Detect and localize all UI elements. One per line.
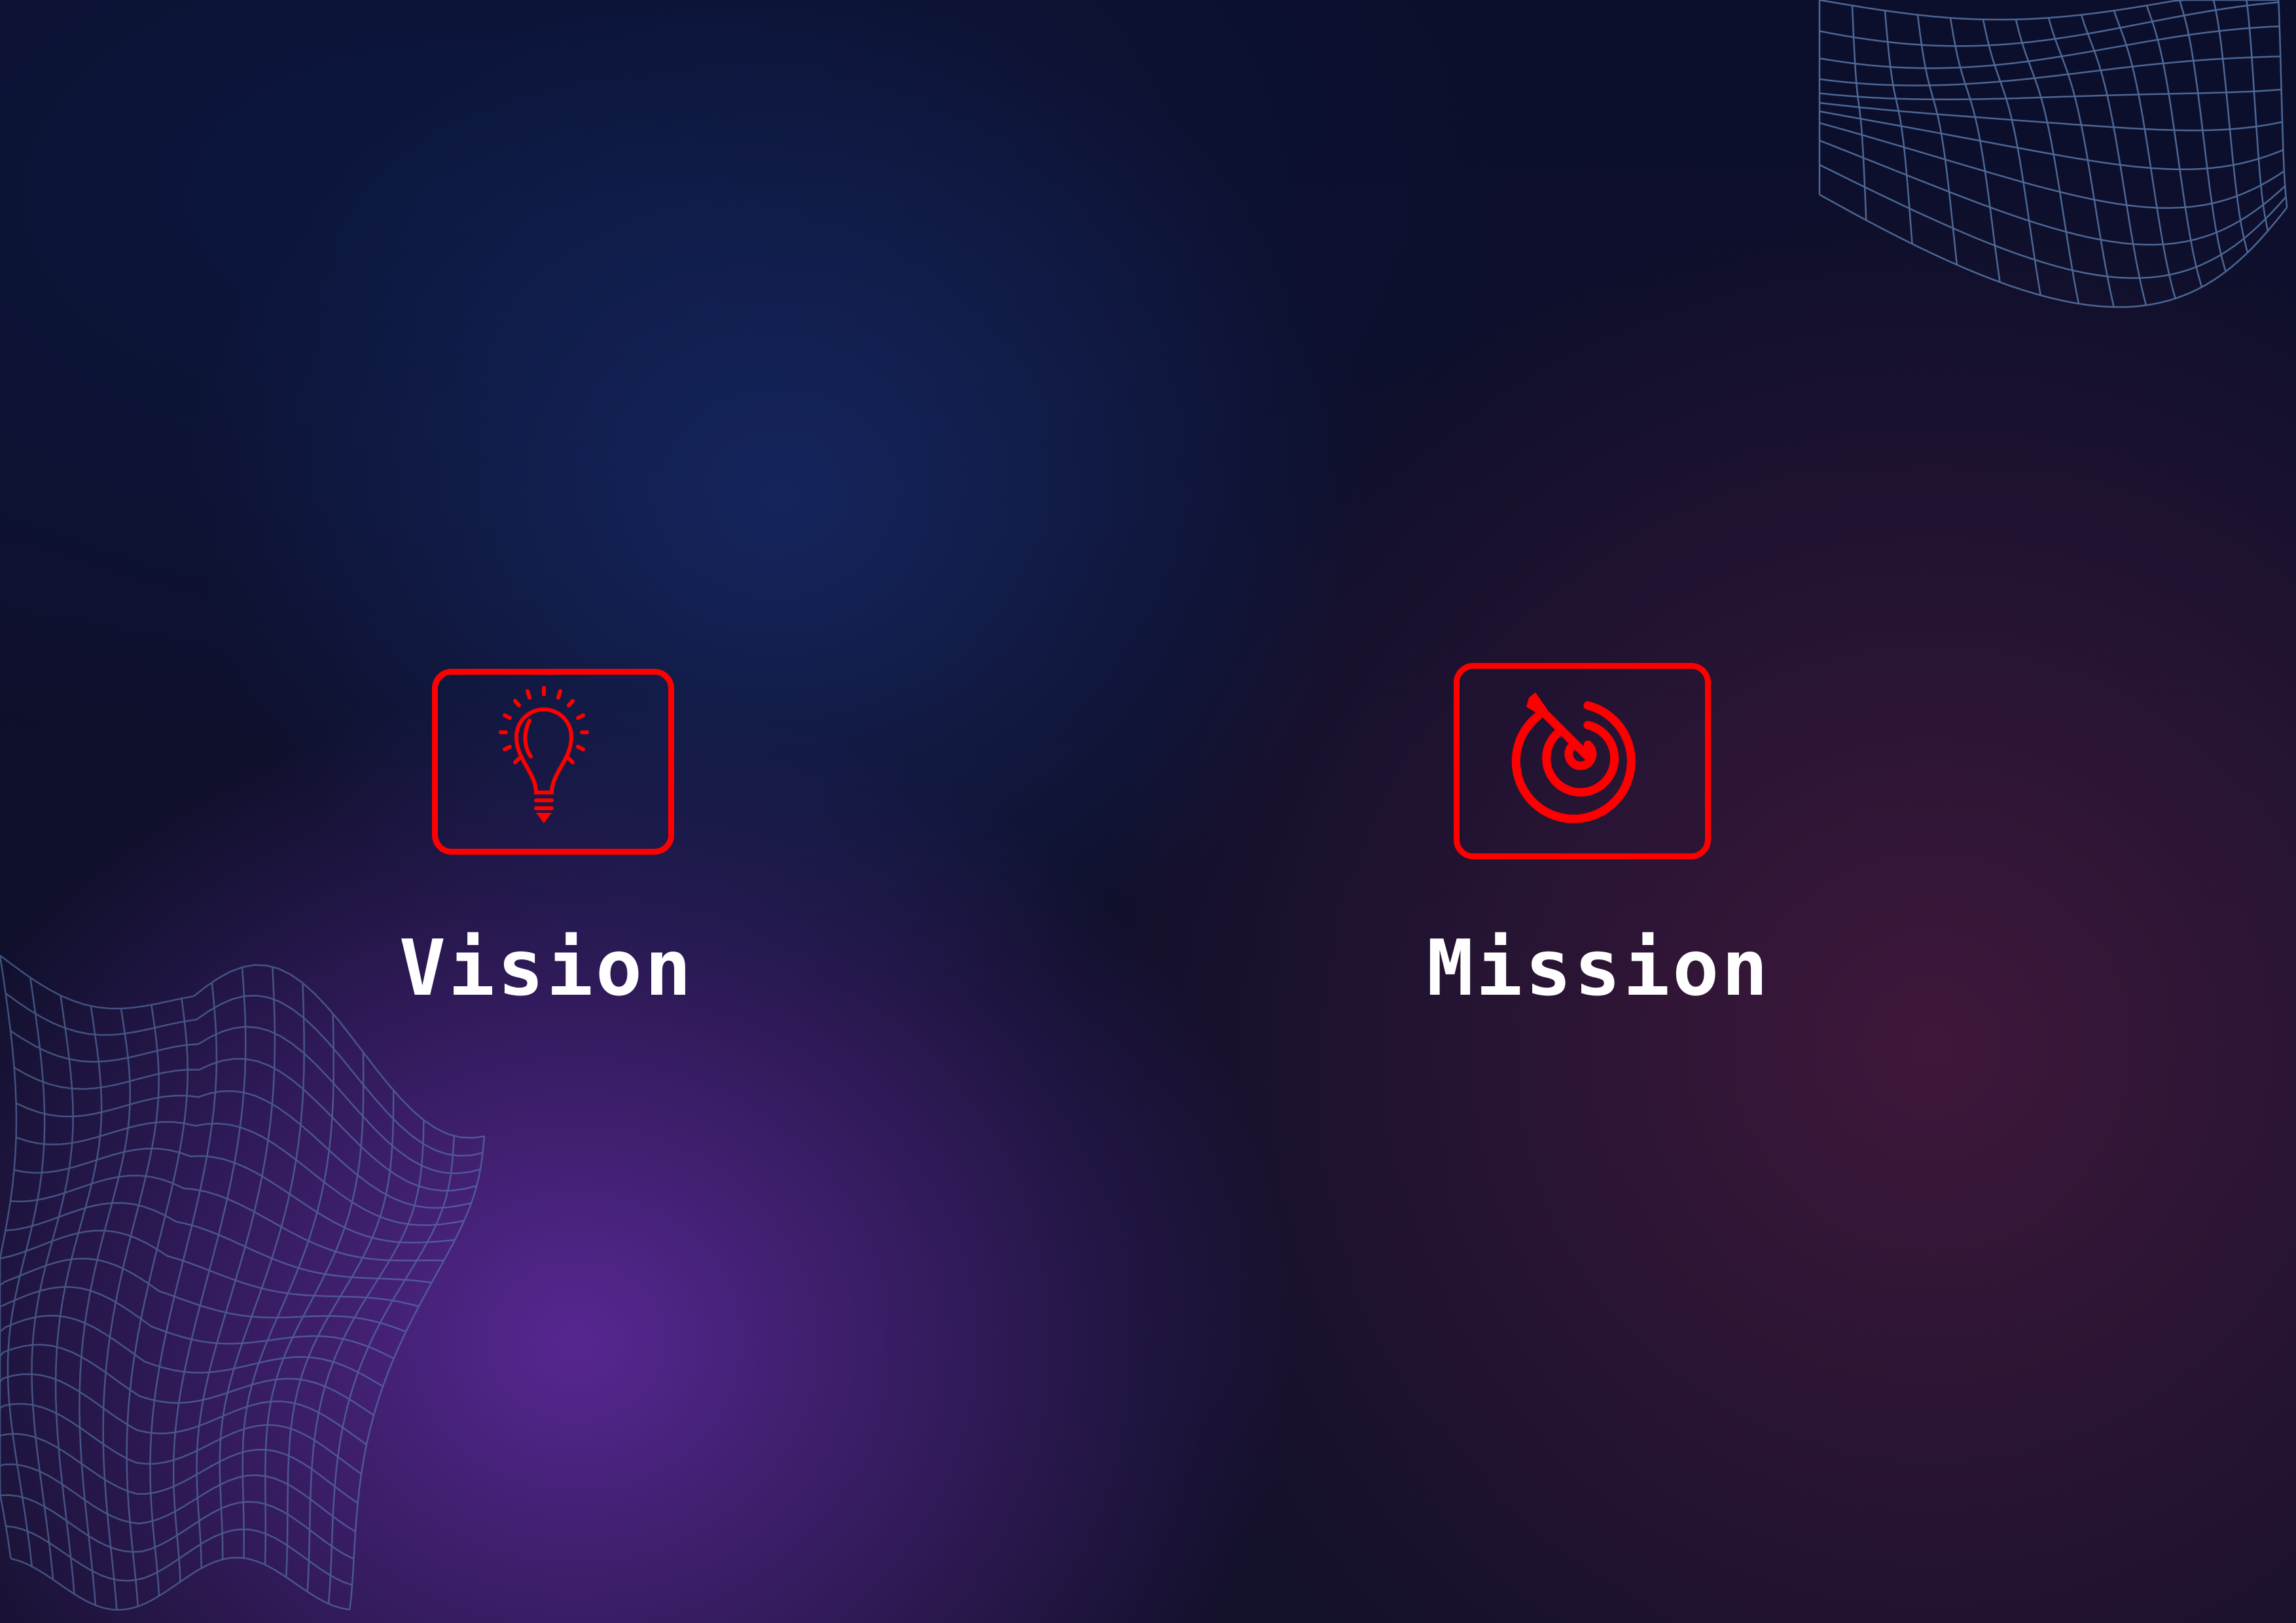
mesh-line [219, 983, 305, 1560]
mesh-line [1819, 1, 2279, 47]
mesh-line [1819, 55, 2281, 86]
mesh-line [1819, 122, 2285, 209]
mission-title: Mission [1427, 923, 1771, 1013]
mesh-line [264, 1052, 365, 1565]
mesh-line [1819, 88, 2282, 101]
mesh-line [102, 1005, 160, 1611]
mesh-line [16, 1121, 465, 1226]
mesh-line [14, 1058, 477, 1192]
mesh-line [2212, 0, 2249, 253]
mesh-line [1819, 0, 2278, 21]
mesh-line [16, 1090, 472, 1209]
mesh-line [2113, 10, 2176, 299]
mesh-line [327, 1135, 456, 1604]
mesh-line [1819, 101, 2283, 132]
mission-icon-card [1454, 663, 1711, 859]
mesh-line [0, 1402, 362, 1475]
mesh-line [285, 1090, 395, 1578]
mesh-line [349, 1136, 486, 1610]
target-arrow-icon [1511, 692, 1636, 823]
mesh-line [0, 1433, 359, 1504]
mesh-line [2245, 0, 2269, 232]
wireframe-mesh-bottom-left [0, 955, 486, 1611]
wireframe-mesh-top-right [1818, 0, 2288, 308]
mesh-line [0, 1463, 356, 1533]
mesh-line [1819, 194, 2288, 308]
vision-icon-card [432, 669, 674, 855]
mesh-line [126, 998, 188, 1607]
lightbulb-icon [499, 686, 589, 823]
mesh-line [1819, 164, 2287, 279]
mesh-line [2277, 0, 2288, 208]
mesh-line [306, 1120, 425, 1592]
vision-title: Vision [399, 923, 694, 1013]
mesh-line [149, 982, 218, 1596]
